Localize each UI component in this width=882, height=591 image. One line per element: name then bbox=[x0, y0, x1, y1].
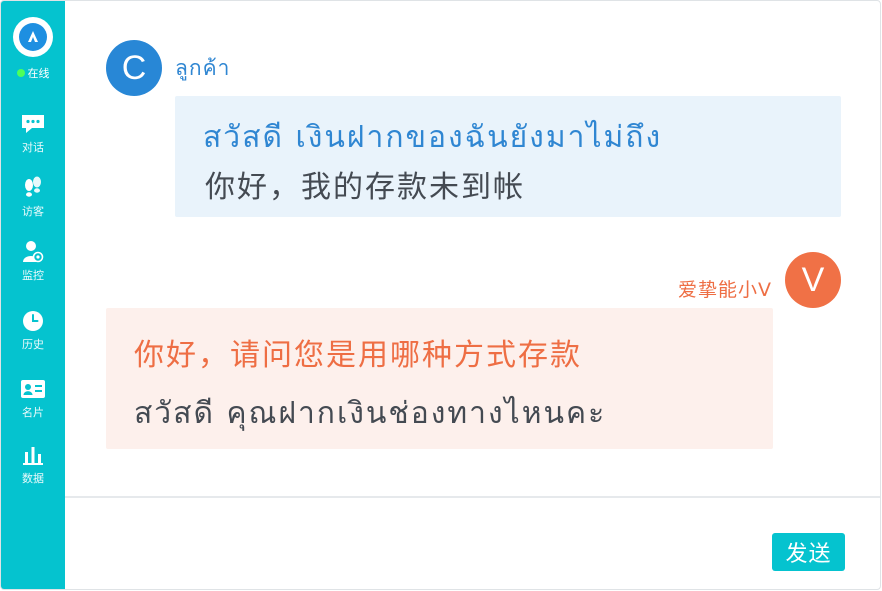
send-button[interactable]: 发送 bbox=[772, 533, 845, 571]
chat-icon bbox=[20, 111, 46, 137]
logo-mark-icon bbox=[19, 23, 47, 51]
clock-icon bbox=[20, 308, 46, 334]
message-line: 你好，请问您是用哪种方式存款 bbox=[134, 338, 582, 373]
user-eye-icon bbox=[20, 239, 46, 265]
bar-chart-icon bbox=[20, 442, 46, 468]
sidebar-item-data[interactable]: 数据 bbox=[1, 442, 65, 498]
sidebar-item-card[interactable]: 名片 bbox=[1, 376, 65, 432]
sidebar-item-label: 名片 bbox=[22, 406, 44, 419]
message-line: สวัสดี เงินฝากของฉันยังมาไม่ถึง bbox=[203, 120, 663, 155]
sidebar-item-label: 对话 bbox=[22, 141, 44, 154]
message-line: สวัสดี คุณฝากเงินช่องทางไหนคะ bbox=[134, 396, 607, 431]
sidebar-item-label: 历史 bbox=[22, 338, 44, 351]
message-line: 你好，我的存款未到帐 bbox=[205, 170, 525, 205]
message-input[interactable] bbox=[65, 498, 880, 589]
customer-message-bubble: สวัสดี เงินฝากของฉันยังมาไม่ถึง 你好，我的存款未… bbox=[175, 96, 841, 217]
footprints-icon bbox=[20, 175, 46, 201]
sidebar-item-label: 数据 bbox=[22, 472, 44, 485]
sidebar-item-monitor[interactable]: 监控 bbox=[1, 239, 65, 295]
status-label: 在线 bbox=[27, 67, 50, 80]
customer-name: ลูกค้า bbox=[175, 56, 231, 80]
sidebar: 在线 对话 访客 监控 历史 名片 数据 bbox=[1, 1, 65, 589]
chat-window: 在线 对话 访客 监控 历史 名片 数据 C ลูกค้า สวัสดี เงิ… bbox=[0, 0, 881, 590]
id-card-icon bbox=[20, 376, 46, 402]
online-dot-icon bbox=[16, 69, 25, 77]
sidebar-item-chat[interactable]: 对话 bbox=[1, 111, 65, 167]
sidebar-item-visitors[interactable]: 访客 bbox=[1, 175, 65, 231]
online-status: 在线 bbox=[1, 65, 65, 81]
sidebar-item-history[interactable]: 历史 bbox=[1, 308, 65, 364]
sidebar-item-label: 访客 bbox=[22, 205, 44, 218]
sidebar-item-label: 监控 bbox=[22, 269, 44, 282]
agent-message-bubble: 你好，请问您是用哪种方式存款 สวัสดี คุณฝากเงินช่องทางไ… bbox=[106, 308, 773, 449]
message-list: C ลูกค้า สวัสดี เงินฝากของฉันยังมาไม่ถึง… bbox=[65, 1, 880, 496]
agent-avatar: V bbox=[785, 252, 841, 308]
app-logo[interactable] bbox=[13, 17, 53, 57]
agent-name: 爱挚能小V bbox=[678, 279, 772, 301]
customer-avatar: C bbox=[106, 40, 162, 96]
